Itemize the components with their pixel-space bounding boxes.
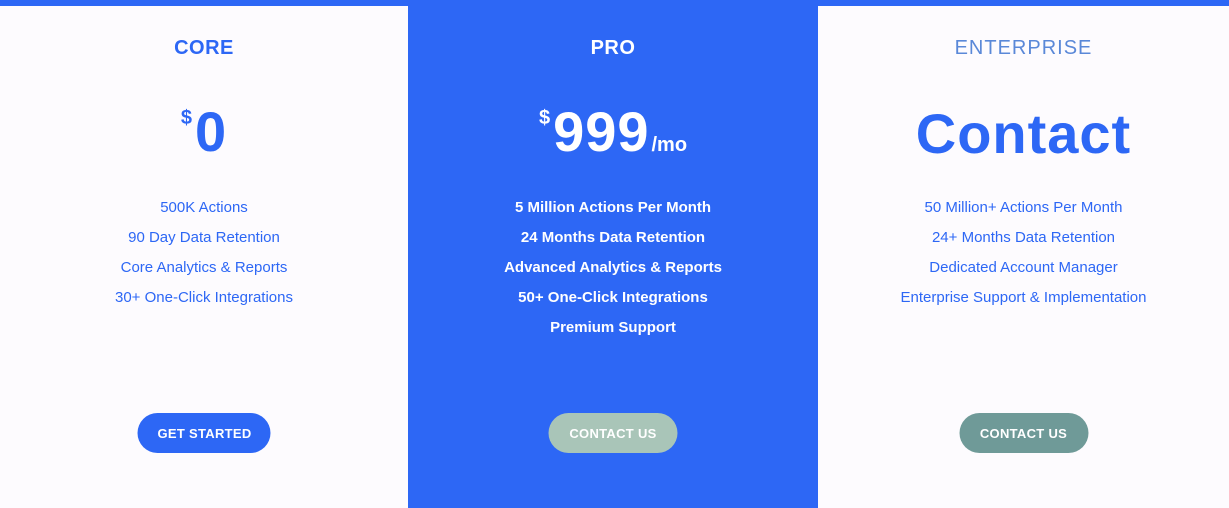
feature-item: 24 Months Data Retention	[520, 229, 706, 246]
contact-us-button[interactable]: CONTACT US	[959, 413, 1088, 453]
feature-list: 500K Actions 90 Day Data Retention Core …	[0, 196, 408, 316]
plan-card-enterprise: ENTERPRISE Contact 50 Million+ Actions P…	[818, 6, 1229, 508]
feature-list: 50 Million+ Actions Per Month 24+ Months…	[818, 196, 1229, 316]
feature-item: Advanced Analytics & Reports	[504, 259, 722, 276]
contact-us-button[interactable]: CONTACT US	[548, 413, 678, 453]
feature-item: 5 Million Actions Per Month	[514, 199, 712, 216]
feature-item: 500K Actions	[160, 199, 248, 216]
feature-item: 50 Million+ Actions Per Month	[924, 199, 1123, 216]
feature-item: Enterprise Support & Implementation	[900, 289, 1147, 306]
price: Contact	[818, 104, 1229, 174]
price-amount: 999	[553, 100, 650, 163]
feature-item: Premium Support	[550, 319, 676, 336]
pricing-plans: CORE $0 500K Actions 90 Day Data Retenti…	[0, 6, 1229, 508]
feature-item: 30+ One-Click Integrations	[114, 289, 293, 306]
price-period: /mo	[651, 134, 688, 156]
plan-name: ENTERPRISE	[954, 37, 1093, 59]
price: $0	[0, 102, 408, 172]
get-started-button[interactable]: GET STARTED	[137, 413, 271, 453]
plan-card-pro: PRO $999/mo 5 Million Actions Per Month …	[408, 6, 818, 508]
feature-list: 5 Million Actions Per Month 24 Months Da…	[408, 196, 818, 346]
price-currency: $	[538, 107, 551, 129]
price-amount: Contact	[915, 102, 1132, 165]
plan-card-core: CORE $0 500K Actions 90 Day Data Retenti…	[0, 6, 408, 508]
price-currency: $	[180, 107, 192, 129]
price: $999/mo	[408, 102, 818, 172]
feature-item: 90 Day Data Retention	[128, 229, 280, 246]
feature-item: 50+ One-Click Integrations	[518, 289, 708, 306]
plan-name: PRO	[590, 37, 636, 59]
price-amount: 0	[194, 100, 228, 163]
plan-name: CORE	[174, 37, 234, 59]
feature-item: Dedicated Account Manager	[929, 259, 1118, 276]
feature-item: 24+ Months Data Retention	[931, 229, 1116, 246]
feature-item: Core Analytics & Reports	[120, 259, 288, 276]
